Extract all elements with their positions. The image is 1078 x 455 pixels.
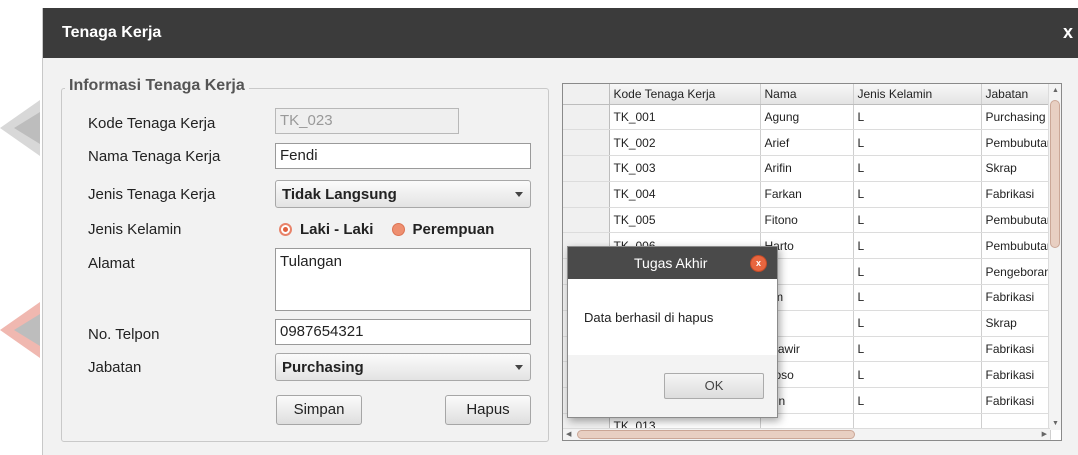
- radio-label: Perempuan: [412, 221, 495, 238]
- table-cell: Pembubutan: [981, 232, 1051, 260]
- dialog-close-icon[interactable]: x: [750, 255, 767, 272]
- table-cell: Purchasing: [981, 104, 1051, 131]
- table-cell: Fabrikasi: [981, 387, 1051, 415]
- table-cell: TK_003: [609, 155, 761, 182]
- row-header[interactable]: [563, 104, 610, 131]
- scroll-right-icon[interactable]: ▶: [1042, 430, 1047, 438]
- dialog-title: Tugas Akhir: [634, 255, 708, 271]
- table-row[interactable]: TK_004 Farkan L Fabrikasi: [563, 181, 1051, 208]
- dialog-titlebar[interactable]: Tugas Akhir x: [568, 247, 777, 279]
- kelamin-radio-group: Laki - Laki Perempuan: [279, 221, 508, 240]
- nama-label: Nama Tenaga Kerja: [88, 148, 221, 165]
- table-cell: Fabrikasi: [981, 361, 1051, 389]
- alamat-field[interactable]: Tulangan: [275, 248, 531, 311]
- tenaga-kerja-window: Tenaga Kerja x Informasi Tenaga Kerja Ko…: [42, 8, 1078, 455]
- table-cell: L: [853, 155, 982, 182]
- radio-unselected-icon: [391, 223, 405, 236]
- vertical-scroll-thumb[interactable]: [1050, 100, 1060, 248]
- telpon-field[interactable]: 0987654321: [275, 319, 531, 345]
- row-header[interactable]: [563, 155, 610, 182]
- simpan-button[interactable]: Simpan: [276, 395, 362, 425]
- table-cell: Fabrikasi: [981, 284, 1051, 311]
- table-cell: TK_005: [609, 207, 761, 234]
- scroll-left-icon[interactable]: ◀: [566, 430, 571, 438]
- jabatan-label: Jabatan: [88, 359, 142, 376]
- table-row[interactable]: TK_005 Fitono L Pembubutan: [563, 207, 1051, 234]
- window-titlebar[interactable]: Tenaga Kerja x: [43, 8, 1078, 58]
- jenis-tk-label: Jenis Tenaga Kerja: [88, 186, 216, 203]
- table-cell: Skrap: [981, 155, 1051, 182]
- table-cell: Fitono: [760, 207, 854, 234]
- kode-label: Kode Tenaga Kerja: [88, 115, 216, 132]
- radio-laki-laki[interactable]: Laki - Laki: [279, 221, 373, 238]
- table-cell: L: [853, 258, 982, 286]
- horizontal-scrollbar[interactable]: ◀ ▶: [563, 428, 1050, 440]
- group-title: Informasi Tenaga Kerja: [65, 77, 249, 95]
- background-decoration: [14, 112, 40, 144]
- row-header[interactable]: [563, 129, 610, 157]
- column-header[interactable]: Jenis Kelamin: [853, 84, 982, 105]
- telpon-label: No. Telpon: [88, 326, 160, 343]
- table-cell: L: [853, 336, 982, 363]
- column-header[interactable]: Nama: [760, 84, 854, 105]
- table-cell: Agung: [760, 104, 854, 131]
- table-row[interactable]: TK_001 Agung L Purchasing: [563, 104, 1051, 131]
- table-cell: L: [853, 310, 982, 337]
- table-cell: TK_001: [609, 104, 761, 131]
- table-cell: L: [853, 129, 982, 157]
- table-cell: Fabrikasi: [981, 181, 1051, 208]
- table-cell: L: [853, 232, 982, 260]
- table-cell: Arief: [760, 129, 854, 157]
- background-decoration: [14, 314, 40, 346]
- kelamin-label: Jenis Kelamin: [88, 221, 182, 238]
- table-cell: L: [853, 181, 982, 208]
- row-header[interactable]: [563, 181, 610, 208]
- hapus-button[interactable]: Hapus: [445, 395, 531, 425]
- window-title: Tenaga Kerja: [62, 24, 162, 41]
- message-dialog: Tugas Akhir x Data berhasil di hapus OK: [567, 246, 778, 418]
- column-header[interactable]: Jabatan: [981, 84, 1051, 105]
- table-row[interactable]: TK_002 Arief L Pembubutan: [563, 129, 1051, 157]
- table-cell: Pembubutan: [981, 207, 1051, 234]
- dialog-message: Data berhasil di hapus: [584, 310, 714, 325]
- horizontal-scroll-thumb[interactable]: [577, 430, 855, 439]
- chevron-down-icon: [515, 365, 523, 370]
- alamat-label: Alamat: [88, 255, 135, 272]
- table-cell: Pengeboran: [981, 258, 1051, 286]
- jenis-tk-value: Tidak Langsung: [282, 186, 397, 203]
- table-cell: L: [853, 284, 982, 311]
- nama-field[interactable]: Fendi: [275, 143, 531, 169]
- row-header-corner: [563, 84, 610, 105]
- table-cell: Pembubutan: [981, 129, 1051, 157]
- table-cell: L: [853, 387, 982, 415]
- kode-field: TK_023: [275, 108, 459, 134]
- table-cell: L: [853, 361, 982, 389]
- radio-perempuan[interactable]: Perempuan: [391, 221, 495, 238]
- radio-selected-icon: [279, 223, 292, 236]
- jabatan-value: Purchasing: [282, 359, 364, 376]
- table-cell: Arifin: [760, 155, 854, 182]
- vertical-scrollbar[interactable]: ▲ ▼: [1048, 84, 1061, 430]
- table-row[interactable]: TK_003 Arifin L Skrap: [563, 155, 1051, 182]
- row-header[interactable]: [563, 207, 610, 234]
- radio-label: Laki - Laki: [300, 221, 374, 238]
- jabatan-select[interactable]: Purchasing: [275, 353, 531, 381]
- jenis-tk-select[interactable]: Tidak Langsung: [275, 180, 531, 208]
- table-cell: L: [853, 104, 982, 131]
- chevron-down-icon: [515, 192, 523, 197]
- table-cell: TK_002: [609, 129, 761, 157]
- scroll-down-icon[interactable]: ▼: [1052, 420, 1059, 427]
- table-cell: L: [853, 207, 982, 234]
- column-header[interactable]: Kode Tenaga Kerja: [609, 84, 761, 105]
- table-cell: Farkan: [760, 181, 854, 208]
- ok-button[interactable]: OK: [664, 373, 764, 399]
- close-icon[interactable]: x: [1063, 22, 1073, 43]
- table-cell: TK_004: [609, 181, 761, 208]
- scroll-up-icon[interactable]: ▲: [1052, 87, 1059, 94]
- table-cell: Fabrikasi: [981, 336, 1051, 363]
- table-cell: Skrap: [981, 310, 1051, 337]
